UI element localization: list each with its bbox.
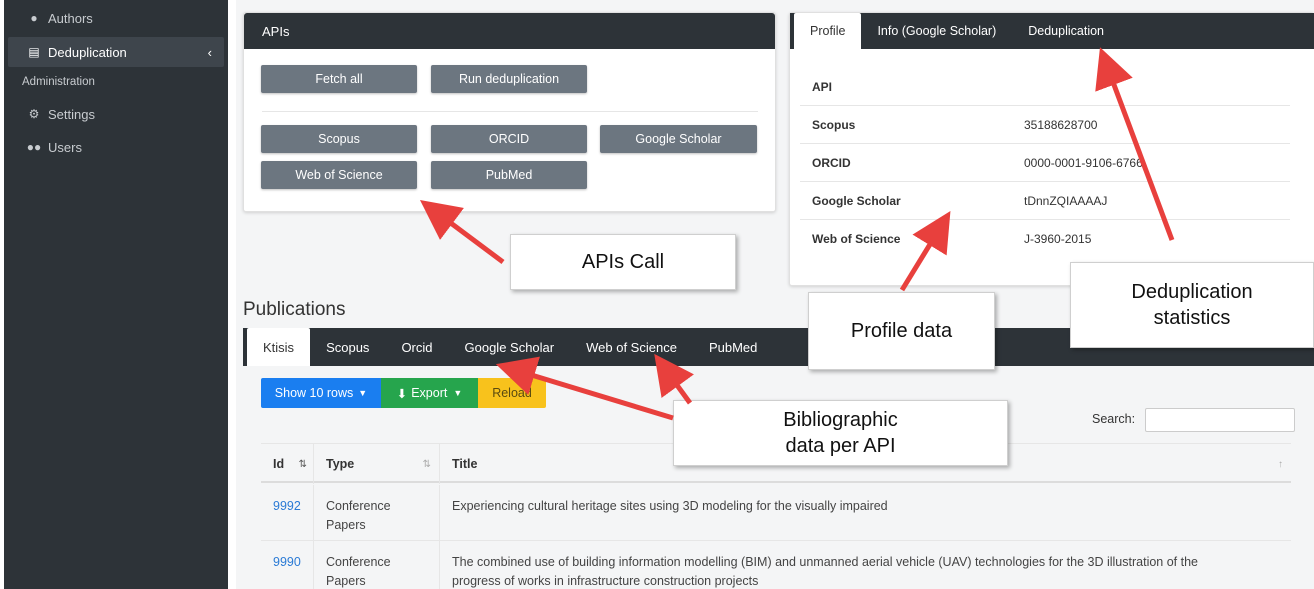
sidebar-item-label: Deduplication [48,44,127,60]
sidebar-item-deduplication[interactable]: ▤ Deduplication ‹ [8,37,224,67]
users-icon: ●● [26,140,42,154]
document-icon: ▤ [28,45,40,59]
title-line: progress of works in infrastructure cons… [452,574,759,588]
tab-info-google-scholar[interactable]: Info (Google Scholar) [861,13,1012,49]
cell-type: Conference Papers [313,541,439,589]
show-rows-label: Show 10 rows [274,386,354,400]
profile-row: ORCID 0000-0001-9106-6766 [800,144,1290,182]
profile-value: J-3960-2015 [1024,232,1092,246]
type-line: Conference [326,499,391,513]
callout-text: APIs Call [581,251,665,273]
profile-value: tDnnZQIAAAAJ [1024,193,1108,208]
user-icon: ● [30,11,38,25]
tab-deduplication[interactable]: Deduplication [1012,13,1120,49]
column-header-id[interactable]: Id ⇅ [261,444,313,484]
table-row: 9990 Conference Papers The combined use … [261,541,1291,589]
callout-deduplication-statistics: Deduplication statistics [1070,262,1314,348]
type-line: Papers [326,574,366,588]
sidebar-item-users[interactable]: ●● Users [8,132,224,162]
download-icon: ⬇ [396,386,408,401]
cell-title: The combined use of building information… [439,541,1291,589]
caret-down-icon: ▼ [453,388,463,398]
run-deduplication-button[interactable]: Run deduplication [431,65,587,93]
search-label: Search: [1092,412,1136,426]
publications-title: Publications [243,299,346,320]
fetch-all-button[interactable]: Fetch all [261,65,417,93]
cell-type: Conference Papers [313,485,439,540]
profile-tabs: Profile Info (Google Scholar) Deduplicat… [790,13,1314,49]
sidebar-item-label: Users [48,139,82,155]
type-line: Papers [326,518,366,532]
tab-web-of-science[interactable]: Web of Science [570,328,693,366]
column-header-label: Id [273,457,285,471]
callout-bibliographic-data: Bibliographic data per API [673,400,1008,466]
type-line: Conference [326,555,391,569]
title-line: Experiencing cultural heritage sites usi… [452,499,888,513]
profile-row: Scopus 35188628700 [800,106,1290,144]
google-scholar-api-button[interactable]: Google Scholar [600,125,757,153]
callout-text: data per API [785,435,896,457]
table-row: 9992 Conference Papers Experiencing cult… [261,485,1291,541]
tab-ktisis[interactable]: Ktisis [247,328,311,366]
publication-id-link[interactable]: 9992 [273,499,301,513]
cell-id: 9990 [261,541,313,589]
title-line: The combined use of building information… [452,555,1199,569]
sort-desc-icon: ⇅ [298,458,307,470]
profile-key: Google Scholar [812,193,901,208]
pubmed-api-button[interactable]: PubMed [431,161,587,189]
sidebar-item-settings[interactable]: ⚙ Settings [8,99,224,129]
profile-row: Google Scholar tDnnZQIAAAAJ [800,182,1290,220]
callout-text: statistics [1153,307,1231,329]
tab-profile[interactable]: Profile [794,13,862,49]
profile-key: Web of Science [812,232,901,246]
sidebar: ● Authors ▤ Deduplication ‹ Administrati… [4,0,228,589]
show-rows-button[interactable]: Show 10 rows ▼ [261,378,381,408]
profile-row: API [800,68,1290,106]
sidebar-item-label: Settings [48,106,95,122]
sidebar-item-label: Authors [48,10,93,26]
sidebar-section-header: Administration [22,76,95,88]
callout-apis-call: APIs Call [510,234,736,290]
tab-scopus[interactable]: Scopus [310,328,385,366]
column-header-label: Type [326,457,355,471]
export-button[interactable]: ⬇ Export ▼ [381,378,478,408]
chevron-left-icon: ‹ [207,44,212,60]
profile-panel: Profile Info (Google Scholar) Deduplicat… [789,12,1314,286]
tab-google-scholar[interactable]: Google Scholar [449,328,571,366]
callout-text: Profile data [850,320,953,342]
publication-id-link[interactable]: 9990 [273,555,301,569]
apis-panel-title: APIs [244,13,775,49]
reload-button[interactable]: Reload [478,378,546,408]
sort-icon: ⇅ [422,458,431,470]
callout-text: Deduplication [1131,281,1253,303]
profile-key: Scopus [812,117,856,132]
tab-pubmed[interactable]: PubMed [693,328,773,366]
scopus-api-button[interactable]: Scopus [261,125,417,153]
sort-icon: ↑ [1278,458,1283,470]
web-of-science-api-button[interactable]: Web of Science [261,161,417,189]
cell-title: Experiencing cultural heritage sites usi… [439,485,1291,540]
profile-key: API [812,79,833,94]
column-header-type[interactable]: Type ⇅ [313,444,439,484]
apis-panel: APIs Fetch all Run deduplication Scopus … [243,12,776,212]
profile-value: 35188628700 [1024,117,1098,132]
search-input[interactable] [1145,408,1295,432]
cell-id: 9992 [261,485,313,540]
callout-text: Bibliographic [783,409,898,431]
orcid-api-button[interactable]: ORCID [431,125,587,153]
sidebar-item-authors[interactable]: ● Authors [8,3,224,33]
profile-value: 0000-0001-9106-6766 [1024,155,1143,170]
callout-profile-data: Profile data [808,292,995,370]
gears-icon: ⚙ [28,107,40,121]
profile-row: Web of Science J-3960-2015 [800,220,1290,258]
column-header-label: Title [452,457,478,471]
caret-down-icon: ▼ [358,388,368,398]
divider [262,111,758,112]
profile-key: ORCID [812,155,851,170]
tab-orcid[interactable]: Orcid [385,328,448,366]
export-label: Export [411,386,448,400]
